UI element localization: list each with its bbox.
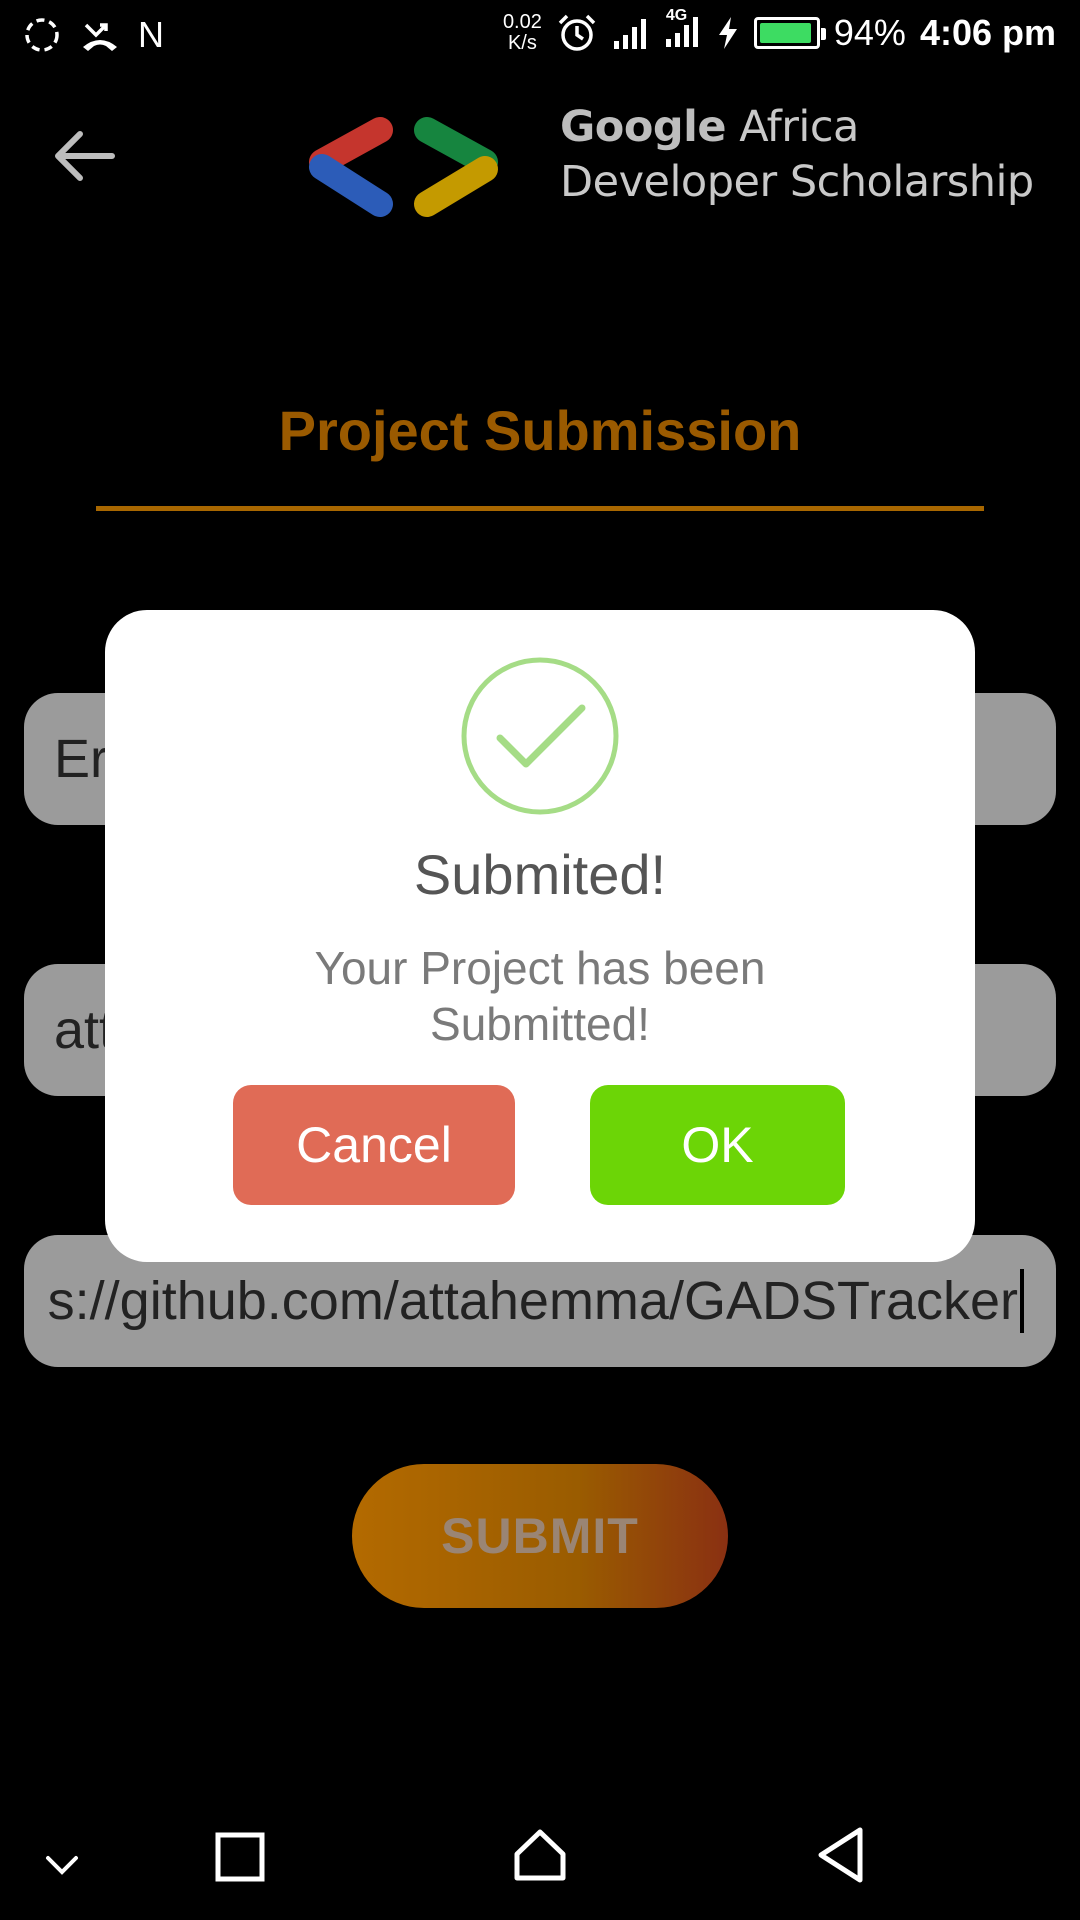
submit-button[interactable]: SUBMIT bbox=[352, 1464, 728, 1608]
brand-line-1: Google Africa bbox=[560, 100, 1034, 155]
battery-percent: 94% bbox=[833, 12, 906, 53]
home-icon[interactable] bbox=[513, 1828, 567, 1882]
signal-icon bbox=[613, 19, 646, 49]
brand-text: Google Africa Developer Scholarship bbox=[560, 100, 1034, 210]
text-caret bbox=[1020, 1269, 1024, 1333]
ok-button[interactable]: OK bbox=[590, 1085, 845, 1205]
system-nav-bar bbox=[0, 1810, 1080, 1920]
success-dialog: Submited! Your Project has been Submitte… bbox=[105, 610, 975, 1262]
check-circle-icon bbox=[461, 657, 619, 815]
page-title: Project Submission bbox=[278, 399, 802, 462]
battery-icon bbox=[753, 17, 826, 49]
notification-letter: N bbox=[138, 14, 164, 55]
network-speed: 0.02 K/s bbox=[503, 12, 542, 54]
title-divider bbox=[96, 506, 984, 511]
network-speed-unit: K/s bbox=[507, 32, 537, 54]
arrow-left-icon[interactable] bbox=[52, 130, 116, 182]
alarm-icon bbox=[558, 14, 596, 51]
brand-google: Google bbox=[560, 102, 727, 152]
sync-icon bbox=[25, 18, 59, 52]
signal-4g: 4G bbox=[664, 7, 702, 54]
recents-square-icon[interactable] bbox=[215, 1832, 265, 1882]
dialog-message: Your Project has been Submitted! bbox=[314, 942, 766, 1050]
charging-icon bbox=[718, 17, 737, 49]
dialog-title: Submited! bbox=[413, 843, 667, 906]
chevron-down-icon[interactable] bbox=[42, 1852, 82, 1878]
first-name-value: Er bbox=[54, 729, 108, 789]
clock: 4:06 pm bbox=[919, 12, 1056, 53]
brand-line-2: Developer Scholarship bbox=[560, 157, 1034, 207]
status-bar: N 0.02 K/s 4G 94% 4:06 pm bbox=[0, 0, 1080, 74]
battery-fill bbox=[759, 23, 811, 43]
network-type-label: 4G bbox=[665, 6, 688, 24]
github-link-value: s://github.com/attahemma/GADSTracker bbox=[47, 1271, 1018, 1331]
network-speed-value: 0.02 bbox=[502, 11, 542, 33]
gdg-logo bbox=[309, 117, 498, 217]
brand-africa: Africa bbox=[739, 102, 859, 152]
triangle-back-icon[interactable] bbox=[816, 1826, 866, 1884]
missed-call-icon bbox=[83, 23, 117, 51]
cancel-button[interactable]: Cancel bbox=[233, 1085, 515, 1205]
